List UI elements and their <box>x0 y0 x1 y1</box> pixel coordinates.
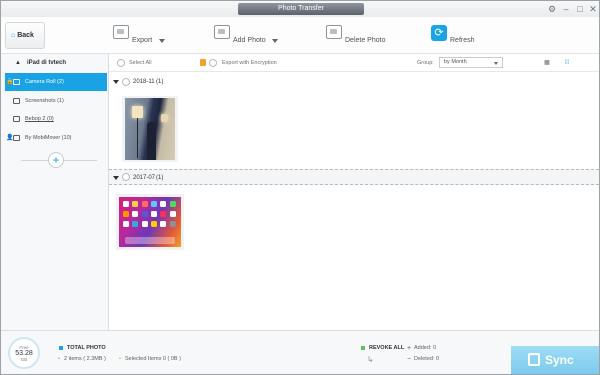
group-count: (1) <box>156 79 164 85</box>
sync-label: Sync <box>545 353 574 367</box>
device-name[interactable]: ▲ iPad di tvtech <box>1 54 108 73</box>
group-date: 2018-11 <box>133 79 155 85</box>
total-photo-legend <box>59 346 63 350</box>
select-all-label: Select All <box>129 60 152 66</box>
maximize-icon[interactable]: □ <box>575 4 585 14</box>
album-icon <box>13 135 20 141</box>
delete-photo-button[interactable]: Delete Photo <box>326 25 386 47</box>
selection-bar: Select All Export with Encryption Group:… <box>109 54 599 72</box>
light-stand <box>137 118 138 158</box>
collapse-icon[interactable] <box>113 80 119 84</box>
add-photo-label: Add Photo <box>233 37 266 44</box>
device-icon: ▲ <box>15 60 21 66</box>
export-label: Export <box>132 37 153 44</box>
sidebar-item-screenshots[interactable]: Screenshots (1) <box>5 92 107 110</box>
group-label: Group: <box>417 60 434 66</box>
group-checkbox[interactable] <box>122 78 130 86</box>
group-header-2018-11[interactable]: 2018-11 (1) <box>109 74 599 90</box>
sidebar-item-label: By MobiMover (10) <box>25 135 72 141</box>
photo-thumbnail[interactable] <box>116 194 184 250</box>
group-date: 2017-07 <box>133 175 156 181</box>
screenshot-icon <box>13 98 20 104</box>
grid-small-view-icon[interactable]: ⁞⁞⁞ <box>559 57 575 69</box>
grid-large-view-icon[interactable]: ▦ <box>539 57 555 69</box>
sync-icon <box>528 353 540 366</box>
lock-icon <box>200 59 206 66</box>
album-icon <box>13 116 20 122</box>
window-title: Photo Transfer <box>238 3 364 15</box>
app-window: Photo Transfer ⚙ – □ ✕ ⌂ Back Export Add… <box>0 0 600 375</box>
add-photo-dropdown-icon[interactable] <box>272 39 278 43</box>
items-marker: • <box>58 356 60 362</box>
collapse-icon[interactable] <box>113 176 119 180</box>
status-bar: Free 53.28 GB TOTAL PHOTO • 2 items ( 2.… <box>1 330 599 374</box>
export-dropdown-icon[interactable] <box>159 39 165 43</box>
select-all-checkbox[interactable] <box>117 59 125 67</box>
photo-image <box>125 98 175 160</box>
add-photo-icon <box>214 25 230 39</box>
refresh-icon: ⟳ <box>431 25 447 41</box>
camera-icon <box>13 79 20 85</box>
home-icon: ⌂ <box>11 32 16 39</box>
light-fixture <box>161 114 168 122</box>
deleted-count: Deleted: 0 <box>414 356 440 362</box>
refresh-label: Refresh <box>450 37 475 44</box>
selected-marker: • <box>119 356 121 362</box>
photo-thumbnail[interactable] <box>122 96 178 162</box>
sidebar-item-label: Screenshots (1) <box>25 98 64 104</box>
close-icon[interactable]: ✕ <box>588 4 598 14</box>
selected-count: Selected Items 0 ( 0B ) <box>125 356 181 362</box>
back-label: Back <box>17 32 34 39</box>
title-bar: Photo Transfer ⚙ – □ ✕ <box>1 1 599 17</box>
settings-icon[interactable]: ⚙ <box>547 4 557 14</box>
group-count: (1) <box>156 175 164 181</box>
total-photo-label: TOTAL PHOTO <box>67 345 106 351</box>
export-encryption-checkbox[interactable] <box>209 59 217 67</box>
person-silhouette <box>147 122 156 160</box>
sidebar-item-label: Camera Roll (2) <box>25 79 64 85</box>
sidebar-item-bebop[interactable]: Bebop 2 (0) <box>5 110 107 128</box>
sync-button[interactable]: Sync <box>511 346 599 374</box>
items-count: 2 items ( 2.3MB ) <box>64 356 106 362</box>
group-header-2017-07[interactable]: 2017-07 (1) <box>109 169 599 185</box>
photo-image <box>119 197 181 247</box>
added-count: Added: 0 <box>414 345 437 351</box>
device-name-label: iPad di tvtech <box>27 60 67 66</box>
app-icon-grid <box>123 201 177 235</box>
back-button[interactable]: ⌂ Back <box>5 22 45 49</box>
delete-photo-icon <box>326 25 342 39</box>
revoke-legend <box>361 346 365 350</box>
group-select[interactable]: by Month <box>439 57 503 68</box>
dock <box>125 237 175 244</box>
add-album-button[interactable]: + <box>48 152 64 168</box>
group-checkbox[interactable] <box>122 173 130 181</box>
minimize-icon[interactable]: – <box>561 4 571 14</box>
export-button[interactable]: Export <box>113 25 167 47</box>
revoke-all-button[interactable]: REVOKE ALL <box>369 345 404 351</box>
add-photo-button[interactable]: Add Photo <box>214 25 280 47</box>
photo-panel: Select All Export with Encryption Group:… <box>109 54 599 330</box>
revoke-arrow-icon: ↳ <box>367 355 374 364</box>
deleted-icon: − <box>407 356 412 363</box>
export-icon <box>113 25 129 39</box>
light-fixture <box>132 106 143 118</box>
sidebar: ▲ iPad di tvtech 🔒 Camera Roll (2) Scree… <box>1 54 109 330</box>
added-icon: + <box>407 345 412 352</box>
storage-gauge: Free 53.28 GB <box>8 337 40 369</box>
export-encryption-label: Export with Encryption <box>222 60 277 66</box>
refresh-button[interactable]: ⟳ Refresh <box>431 25 476 47</box>
sidebar-item-by-mobimover[interactable]: 👤 By MobiMover (10) <box>5 129 107 147</box>
sidebar-item-camera-roll[interactable]: 🔒 Camera Roll (2) <box>5 73 107 91</box>
delete-photo-label: Delete Photo <box>345 37 386 44</box>
storage-unit: GB <box>20 357 28 362</box>
sidebar-item-label: Bebop 2 (0) <box>25 116 54 122</box>
toolbar: ⌂ Back Export Add Photo Delete Photo ⟳ R… <box>1 17 599 54</box>
storage-value: 53.28 <box>15 350 33 357</box>
